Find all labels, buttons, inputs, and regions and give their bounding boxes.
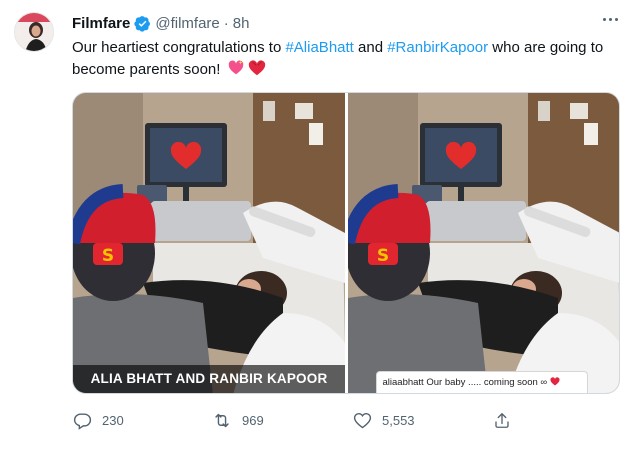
- share-icon: [492, 410, 512, 430]
- share-button[interactable]: [492, 405, 532, 435]
- tweet-header: Filmfare @filmfare · 8h: [72, 13, 249, 33]
- instagram-caption-text: aliaabhatt Our baby ..... coming soon ∞: [382, 377, 548, 388]
- red-heart-icon: [550, 377, 560, 386]
- media-photo-right[interactable]: S aliaabhatt Our baby ..... coming soon …: [347, 93, 619, 393]
- reply-icon: [72, 410, 92, 430]
- more-options-icon[interactable]: [603, 18, 618, 21]
- svg-text:S: S: [376, 246, 388, 266]
- tweet-text: Our heartiest congratulations to #AliaBh…: [72, 37, 620, 81]
- retweet-count: 969: [242, 412, 264, 428]
- author-name[interactable]: Filmfare: [72, 15, 130, 32]
- tweet-text-part: and: [353, 39, 388, 56]
- header-separator: ·: [223, 14, 229, 32]
- avatar-image: [15, 13, 53, 51]
- hashtag-link-alia[interactable]: #AliaBhatt: [285, 39, 353, 56]
- retweet-button[interactable]: 969: [212, 405, 352, 435]
- like-icon: [352, 410, 372, 430]
- tweet-actions: 230 969 5,553: [72, 405, 542, 435]
- like-button[interactable]: 5,553: [352, 405, 492, 435]
- hashtag-link-ranbir[interactable]: #RanbirKapoor: [387, 39, 488, 56]
- avatar[interactable]: [14, 12, 54, 52]
- tweet-text-part: Our heartiest congratulations to: [72, 39, 286, 56]
- heart-with-bandage-icon: [248, 60, 265, 76]
- reply-button[interactable]: 230: [72, 405, 212, 435]
- sparkling-heart-icon: [228, 60, 243, 75]
- tweet-timestamp[interactable]: 8h: [233, 15, 250, 32]
- instagram-caption-bar: aliaabhatt Our baby ..... coming soon ∞: [375, 371, 588, 393]
- like-count: 5,553: [382, 412, 415, 428]
- hospital-scene-image: S: [347, 93, 619, 393]
- retweet-icon: [212, 410, 232, 430]
- media-gallery[interactable]: S ALIA BHATT AND RANBIR KAPOOR S aliaabh…: [72, 92, 620, 394]
- photo-caption-overlay: ALIA BHATT AND RANBIR KAPOOR: [73, 365, 345, 393]
- media-photo-left[interactable]: S ALIA BHATT AND RANBIR KAPOOR: [73, 93, 345, 393]
- author-handle[interactable]: @filmfare: [155, 15, 219, 32]
- tweet-card[interactable]: Filmfare @filmfare · 8h Our heartiest co…: [0, 0, 640, 449]
- svg-text:S: S: [102, 246, 114, 266]
- hospital-scene-image: S: [73, 93, 345, 393]
- reply-count: 230: [102, 412, 124, 428]
- verified-badge-icon: [134, 15, 151, 32]
